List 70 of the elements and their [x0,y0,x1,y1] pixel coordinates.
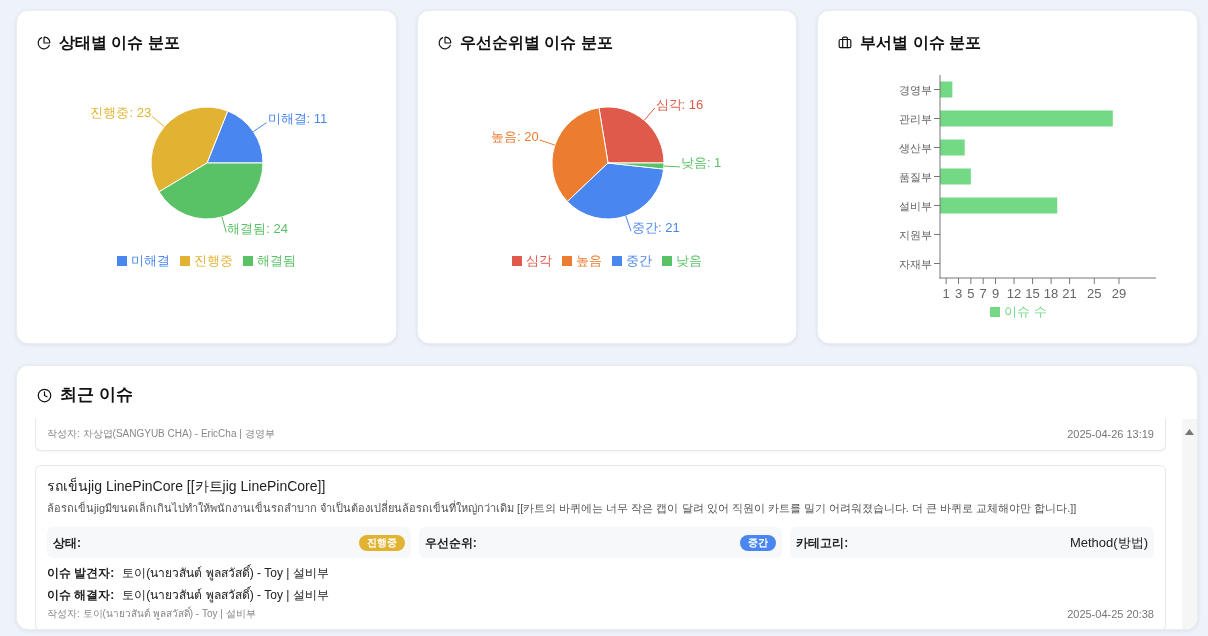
issue-description: ล้อรถเข็นjigมีขนดเล็กเกินไปทำให้พนักงานเข็นรถลำบาก จำเป็นต้องเปลี่ยนล้อรถเข็นที่ใหญ่กว่าเดิม [[카트의 바퀴에는 너무 작은 캡이 달려 있어 직원이 카트를 밀기 어려워졌습니다. 더 큰 바퀴로 교체해야만 합니다.]] [47,500,1078,516]
card-title: 부서별 이슈 분포 [860,33,982,53]
leader-line [538,139,556,146]
legend-label: 높음 [576,253,602,269]
bar [940,168,972,185]
person-value: 토이(นายวสันต์ พูลสวัสดิ์) - Toy | 설비부 [122,565,329,581]
field-label: 우선순위: [424,534,477,552]
tick-label: 29 [1112,285,1127,300]
leader-line [221,216,227,233]
card-title: 상태별 이슈 분포 [59,33,180,53]
tick-label: 21 [1062,285,1078,300]
legend-label: 진행중 [193,253,233,269]
leader-line [663,165,681,168]
category-label: 경영부 [899,83,933,96]
person-label: 이슈 발견자: [47,565,115,581]
briefcase-icon [838,36,853,50]
slice-label: 낮음: 1 [680,155,721,171]
category-label: 관리부 [899,112,933,125]
field-label: 상태: [53,534,81,552]
leader-line [625,215,632,232]
person-label: 이슈 해결자: [47,587,115,603]
tick-label: 15 [1025,285,1041,300]
scroll-up-arrow-icon[interactable] [1185,429,1194,435]
date-text: 2025-04-26 13:19 [1067,427,1154,442]
tick-label: 12 [1007,285,1022,300]
legend-label: 미해결 [130,253,170,269]
field-label: 카테고리: [796,534,849,552]
issue-card[interactable]: 작성자: 차상엽(SANGYUB CHA) - EricCha | 경영부 2025-04-26 13:19 [35,419,1166,451]
pie-chart-icon [37,36,51,50]
category-label: 지원부 [899,228,933,241]
category-label: 자재부 [899,257,933,270]
category-label: 생산부 [899,141,933,154]
issue-card[interactable] [35,465,1166,629]
issue-title: รถเข็นjig LinePinCore [[카트jig LinePinCore]] [47,478,327,494]
tick-label: 3 [955,285,963,300]
category-label: 품질부 [899,170,933,183]
tick-label: 25 [1087,285,1102,300]
tick-label: 18 [1044,285,1059,300]
leader-line [252,122,268,133]
date-text: 2025-04-25 20:38 [1067,607,1154,622]
section-title: 최근 이슈 [60,384,133,406]
author-text: 작성자: 토이(นายวสันต์ พูลสวัสดิ์) - Toy | 설비부 [47,606,256,622]
scrollbar-track[interactable] [1182,419,1197,629]
slice-label: 심각: 16 [655,96,703,112]
legend-label: 해결됨 [256,253,296,269]
category-label: 설비부 [899,199,933,212]
leader-line [151,115,165,128]
bar [940,139,965,156]
person-value: 토이(นายวสันต์ พูลสวัสดิ์) - Toy | 설비부 [122,587,329,603]
card-title: 우선순위별 이슈 분포 [459,33,613,53]
leader-line [643,107,655,121]
legend-label: 심각 [526,253,552,269]
tick-label: 1 [942,285,951,300]
tick-label: 5 [967,285,975,300]
slice-label: 미해결: 11 [267,111,328,127]
slice-label: 해결됨: 24 [227,220,288,236]
legend-label: 중간 [626,253,652,269]
legend-label: 낮음 [676,253,702,269]
slice-label: 진행중: 23 [90,104,152,120]
status-badge: 진행중 [358,534,405,551]
status-badge: 중간 [740,534,777,551]
clock-icon [37,387,52,403]
slice-label: 높음: 20 [490,128,539,144]
slice-label: 중간: 21 [631,219,680,235]
field-value: Method(방법) [1069,533,1148,552]
tick-label: 9 [992,285,1000,300]
pie-chart-icon [437,36,452,50]
tick-label: 7 [979,285,988,300]
author-text: 작성자: 차상엽(SANGYUB CHA) - EricCha | 경영부 [47,427,275,441]
legend-label: 이슈 수 [1004,304,1047,320]
